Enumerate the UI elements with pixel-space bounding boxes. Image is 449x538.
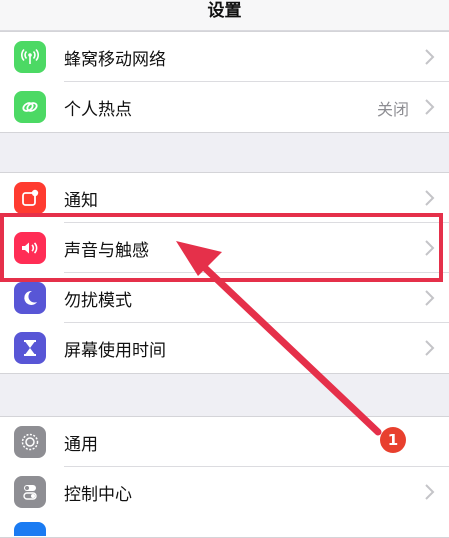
step-number-badge: 1 — [380, 427, 406, 453]
settings-row-screen-time[interactable]: 屏幕使用时间 — [0, 323, 449, 373]
settings-row-sounds-haptics[interactable]: 声音与触感 — [0, 223, 449, 273]
settings-row-label: 勿扰模式 — [64, 291, 132, 311]
partial-settings-icon — [14, 522, 46, 536]
personal-hotspot-icon — [14, 91, 46, 123]
settings-group-notifications: 通知 声音与触感 勿扰模式 屏幕使用时间 — [0, 172, 449, 374]
chevron-right-icon — [425, 290, 435, 306]
settings-row-label: 声音与触感 — [64, 241, 149, 261]
chevron-right-icon — [425, 484, 435, 500]
hourglass-icon — [14, 332, 46, 364]
settings-row-do-not-disturb[interactable]: 勿扰模式 — [0, 273, 449, 323]
chevron-right-icon — [425, 99, 435, 115]
settings-row-control-center[interactable]: 控制中心 — [0, 467, 449, 517]
gear-icon — [14, 426, 46, 458]
settings-row-label: 个人热点 — [64, 100, 132, 120]
cellular-antenna-icon — [14, 41, 46, 73]
chevron-right-icon — [425, 49, 435, 65]
settings-row-cellular[interactable]: 蜂窝移动网络 — [0, 32, 449, 82]
chevron-right-icon — [425, 240, 435, 256]
control-center-toggles-icon — [14, 476, 46, 508]
settings-row-notifications[interactable]: 通知 — [0, 173, 449, 223]
chevron-right-icon — [425, 340, 435, 356]
navigation-bar: 设置 — [0, 0, 449, 31]
settings-row-label: 通用 — [64, 435, 98, 455]
settings-group-network: 蜂窝移动网络 个人热点 关闭 — [0, 31, 449, 133]
speaker-sound-icon — [14, 232, 46, 264]
settings-row-label: 控制中心 — [64, 485, 132, 505]
settings-row-label: 蜂窝移动网络 — [64, 50, 166, 70]
settings-row-personal-hotspot[interactable]: 个人热点 关闭 — [0, 82, 449, 132]
settings-row-label: 通知 — [64, 191, 98, 211]
moon-icon — [14, 282, 46, 314]
settings-row-label: 屏幕使用时间 — [64, 341, 166, 361]
page-title: 设置 — [207, 1, 242, 21]
notifications-icon — [14, 182, 46, 214]
hotspot-status-value: 关闭 — [376, 100, 409, 119]
chevron-right-icon — [425, 190, 435, 206]
